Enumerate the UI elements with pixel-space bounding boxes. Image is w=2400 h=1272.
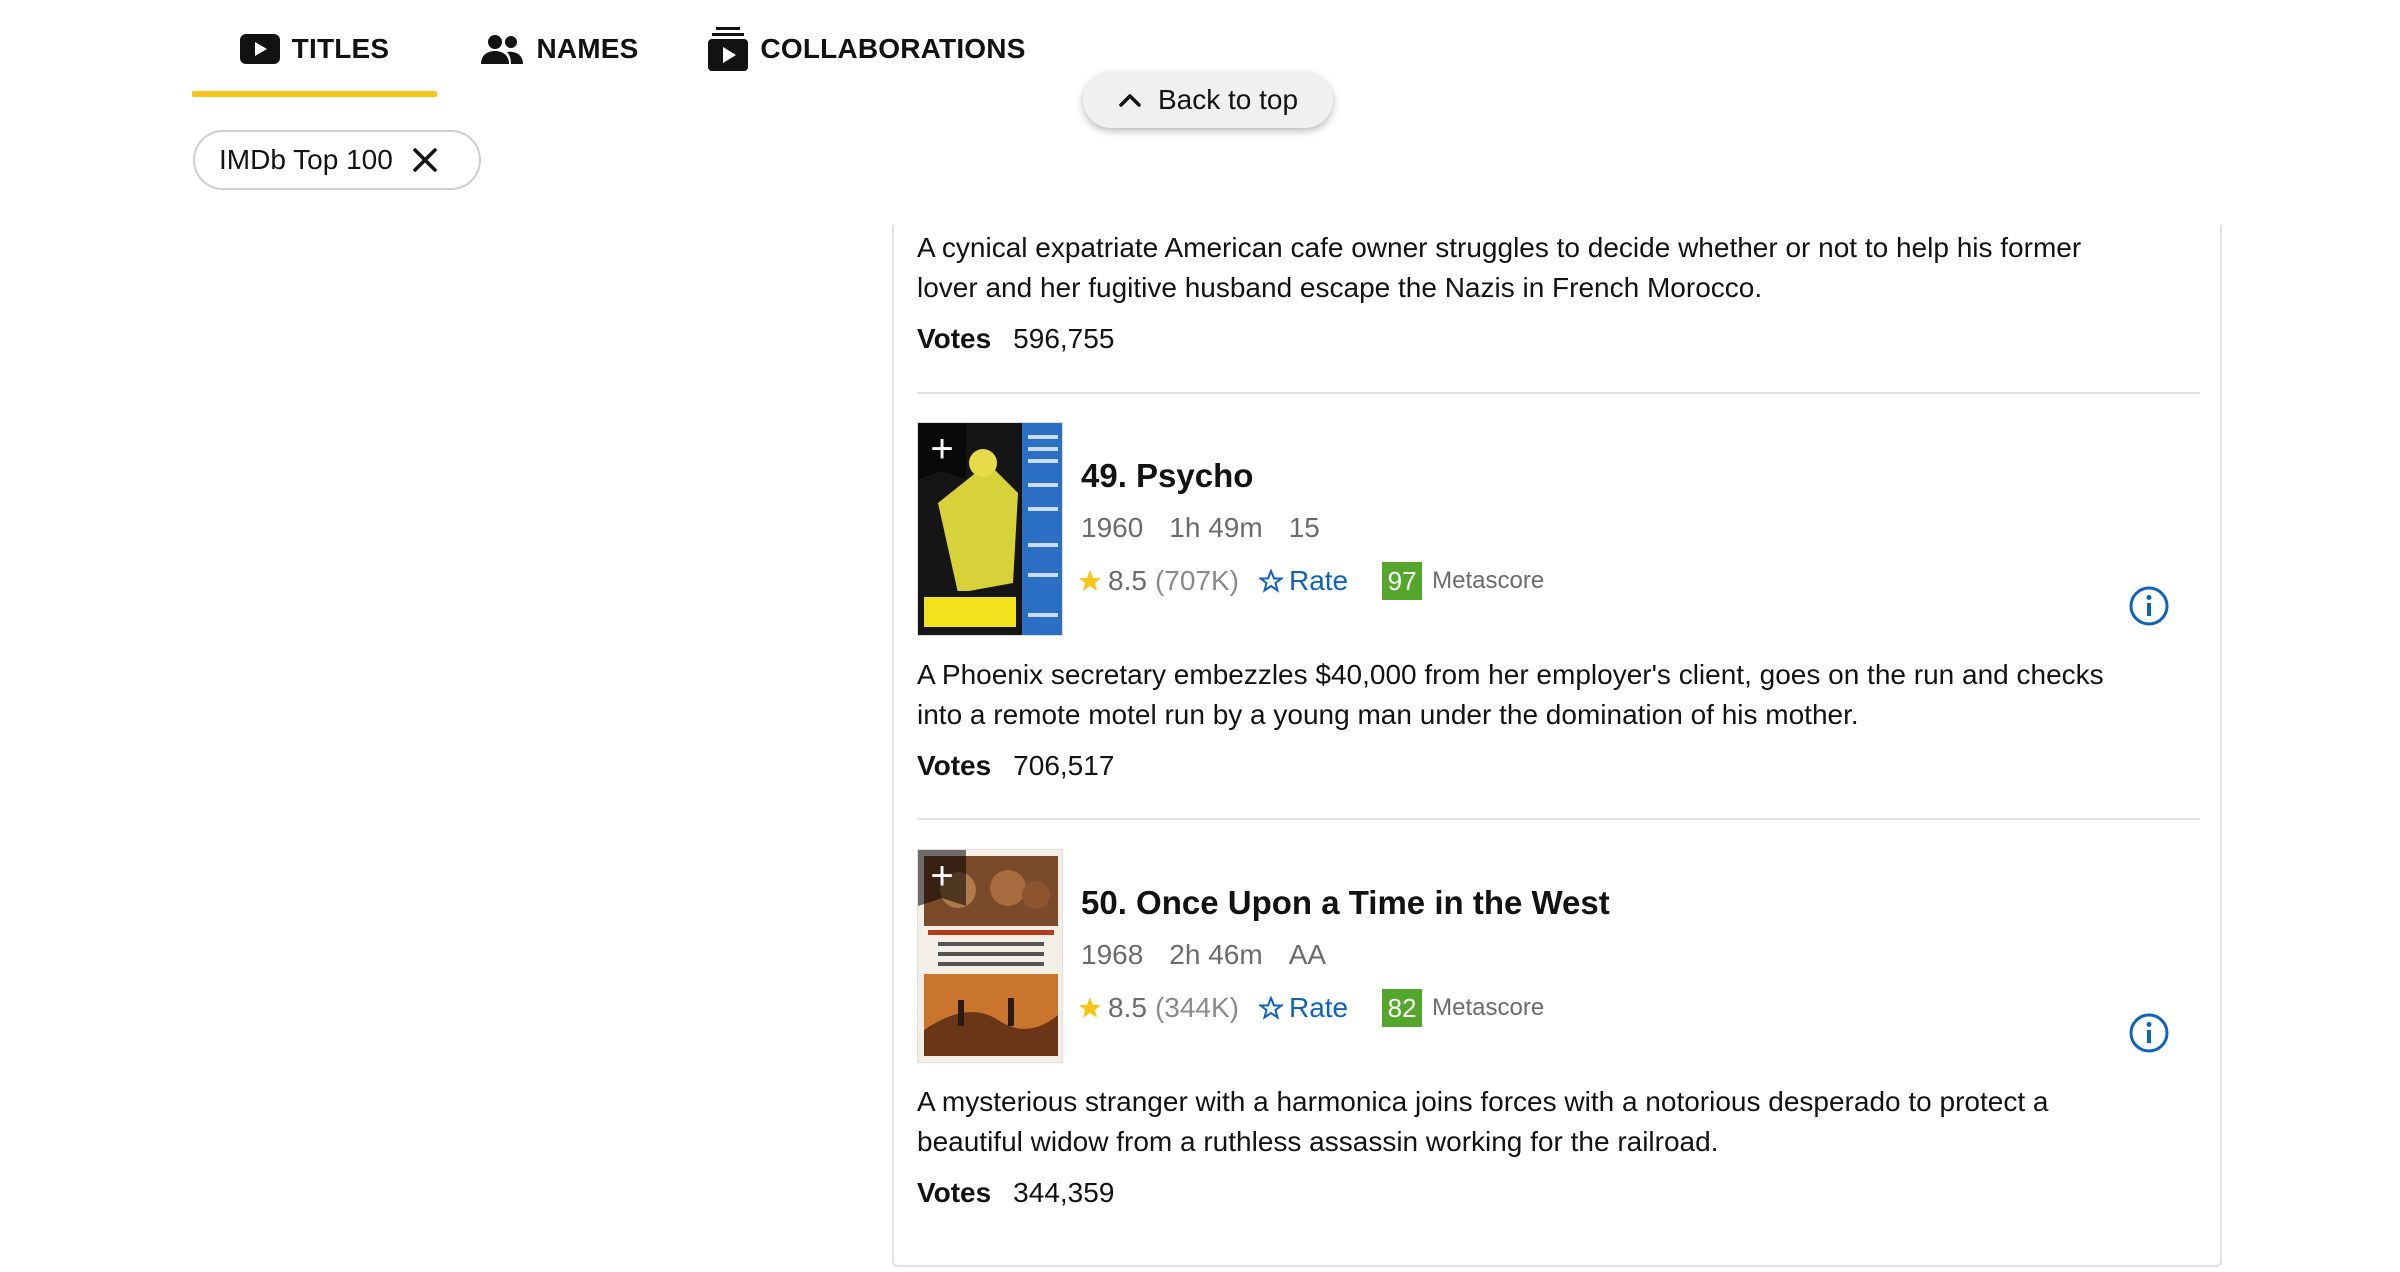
rating-count: (344K) xyxy=(1154,992,1239,1023)
rating-value: 8.5 xyxy=(1108,565,1147,596)
rate-button[interactable]: Rate xyxy=(1258,992,1349,1024)
votes-label: Votes xyxy=(917,750,992,781)
add-to-watchlist-button[interactable]: + xyxy=(918,423,966,479)
votes-label: Votes xyxy=(917,1177,992,1208)
item-certificate: 15 xyxy=(1288,512,1320,543)
item-rating-row: 8.5 (344K) Rate 82 Metascore xyxy=(1078,989,1544,1027)
item-plot: A Phoenix secretary embezzles $40,000 fr… xyxy=(917,659,2104,730)
item-title[interactable]: 49. Psycho xyxy=(1081,457,1253,495)
tab-collaborations[interactable]: COLLABORATIONS xyxy=(682,0,1052,97)
collaborations-icon xyxy=(708,26,749,71)
tab-names-label: NAMES xyxy=(536,32,639,64)
votes-value: 344,359 xyxy=(1013,1177,1115,1208)
tab-titles[interactable]: TITLES xyxy=(192,0,437,97)
divider xyxy=(917,392,2200,394)
rating-value: 8.5 xyxy=(1108,992,1147,1023)
add-to-watchlist-button[interactable]: + xyxy=(918,850,966,906)
poster-image[interactable]: + xyxy=(917,849,1063,1063)
item-metadata: 1960 1h 49m 15 xyxy=(1081,512,1320,544)
item-plot: A cynical expatriate American cafe owner… xyxy=(917,232,2082,303)
item-metadata: 1968 2h 46m AA xyxy=(1081,939,1326,971)
filter-chip[interactable]: IMDb Top 100 xyxy=(193,130,481,190)
item-runtime: 2h 46m xyxy=(1169,939,1263,970)
item-certificate: AA xyxy=(1288,939,1327,970)
tab-collaborations-label: COLLABORATIONS xyxy=(760,32,1026,64)
item-votes: Votes 706,517 xyxy=(917,750,1114,782)
back-to-top-label: Back to top xyxy=(1157,84,1299,115)
rating-count: (707K) xyxy=(1154,565,1239,596)
star-outline-icon xyxy=(1258,569,1283,593)
rate-label: Rate xyxy=(1288,565,1349,596)
star-icon xyxy=(1079,570,1101,591)
item-year: 1968 xyxy=(1081,939,1144,970)
votes-value: 706,517 xyxy=(1013,750,1115,781)
info-icon[interactable] xyxy=(2128,585,2170,627)
rate-label: Rate xyxy=(1288,992,1349,1023)
tab-names[interactable]: NAMES xyxy=(437,0,682,97)
item-title[interactable]: 50. Once Upon a Time in the West xyxy=(1081,884,1610,922)
tab-titles-label: TITLES xyxy=(291,32,390,64)
divider xyxy=(917,818,2200,820)
item-runtime: 1h 49m xyxy=(1169,512,1263,543)
people-icon xyxy=(481,34,524,64)
category-tabs: TITLES NAMES COLLABORATIONS xyxy=(192,0,1052,97)
close-icon[interactable] xyxy=(411,146,439,174)
votes-label: Votes xyxy=(917,323,992,354)
metascore-label: Metascore xyxy=(1432,567,1545,594)
metascore-badge: 97 xyxy=(1382,562,1423,600)
titles-list: A cynical expatriate American cafe owner… xyxy=(892,225,2222,1267)
rate-button[interactable]: Rate xyxy=(1258,565,1349,597)
chevron-up-icon xyxy=(1119,94,1141,107)
item-votes: Votes 596,755 xyxy=(917,323,1114,355)
filter-chip-label: IMDb Top 100 xyxy=(219,144,393,175)
star-icon xyxy=(1079,997,1101,1018)
metascore-label: Metascore xyxy=(1432,994,1545,1021)
poster-image[interactable]: + xyxy=(917,422,1063,636)
metascore-badge: 82 xyxy=(1382,989,1423,1027)
item-year: 1960 xyxy=(1081,512,1144,543)
info-icon[interactable] xyxy=(2128,1012,2170,1054)
star-outline-icon xyxy=(1258,996,1283,1020)
item-rating-row: 8.5 (707K) Rate 97 Metascore xyxy=(1078,562,1544,600)
item-votes: Votes 344,359 xyxy=(917,1177,1114,1209)
item-plot: A mysterious stranger with a harmonica j… xyxy=(917,1086,2049,1157)
video-icon xyxy=(239,33,280,64)
votes-value: 596,755 xyxy=(1013,323,1115,354)
back-to-top-button[interactable]: Back to top xyxy=(1083,72,1333,128)
